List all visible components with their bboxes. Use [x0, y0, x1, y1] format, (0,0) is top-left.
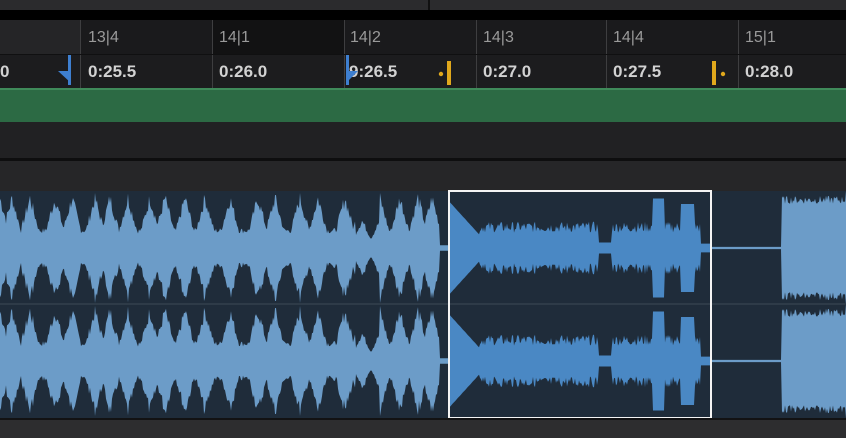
top-bar	[0, 0, 846, 20]
bar-label: 15|1	[745, 29, 776, 46]
waveform[interactable]	[0, 191, 846, 418]
tempo-lane[interactable]	[0, 88, 846, 122]
bars-beats-ruler[interactable]: 13|4 14|1 14|2 14|3 14|4 15|1	[0, 20, 846, 54]
time-tick	[212, 55, 213, 89]
timecode-label: 0:26.0	[219, 62, 268, 81]
bar-tick	[80, 20, 81, 54]
waveform-background	[0, 362, 846, 418]
tempo-lane-highlight	[0, 88, 846, 90]
bottom-strip	[0, 418, 846, 438]
bar-tick	[344, 20, 345, 54]
bar-tick	[476, 20, 477, 54]
bar-label: 14|2	[350, 29, 381, 46]
selection-end-marker-icon[interactable]	[346, 55, 362, 85]
bar-tick	[212, 20, 213, 54]
timecode-label: 0:27.5	[613, 62, 662, 81]
timecode-label: 0	[0, 62, 10, 81]
minsecs-ruler[interactable]: 0 0:25.5 0:26.0 9:26.5 0:27.0 0:27.5 0:2…	[0, 54, 846, 89]
audio-track[interactable]	[0, 191, 846, 418]
gold-marker-icon[interactable]	[710, 61, 728, 87]
timecode-label: 0:27.0	[483, 62, 532, 81]
bar-label: 14|4	[613, 29, 644, 46]
top-bar-divider	[428, 0, 430, 10]
waveform-background	[0, 191, 846, 247]
time-tick	[80, 55, 81, 89]
bar-tick	[606, 20, 607, 54]
timecode-label: 0:28.0	[745, 62, 794, 81]
bar-label: 14|1	[219, 29, 250, 46]
bar-label: 14|3	[483, 29, 514, 46]
top-bar-lip	[0, 0, 846, 10]
bar-label: 13|4	[88, 29, 119, 46]
selection-start-marker-icon[interactable]	[56, 55, 72, 85]
bar-tick	[738, 20, 739, 54]
ruler-shade	[0, 20, 80, 54]
selected-clip-outline[interactable]	[448, 190, 712, 419]
waveform-background	[0, 304, 846, 360]
track-header-gap	[0, 161, 846, 191]
gold-marker-icon[interactable]	[437, 61, 455, 87]
time-tick	[476, 55, 477, 89]
waveform-background	[0, 249, 846, 305]
timeline-ruler[interactable]: 13|4 14|1 14|2 14|3 14|4 15|1 0 0:25.5 0…	[0, 20, 846, 89]
timecode-label: 0:25.5	[88, 62, 137, 81]
time-tick	[344, 55, 345, 89]
time-tick	[738, 55, 739, 89]
time-tick	[606, 55, 607, 89]
empty-lane[interactable]	[0, 122, 846, 161]
